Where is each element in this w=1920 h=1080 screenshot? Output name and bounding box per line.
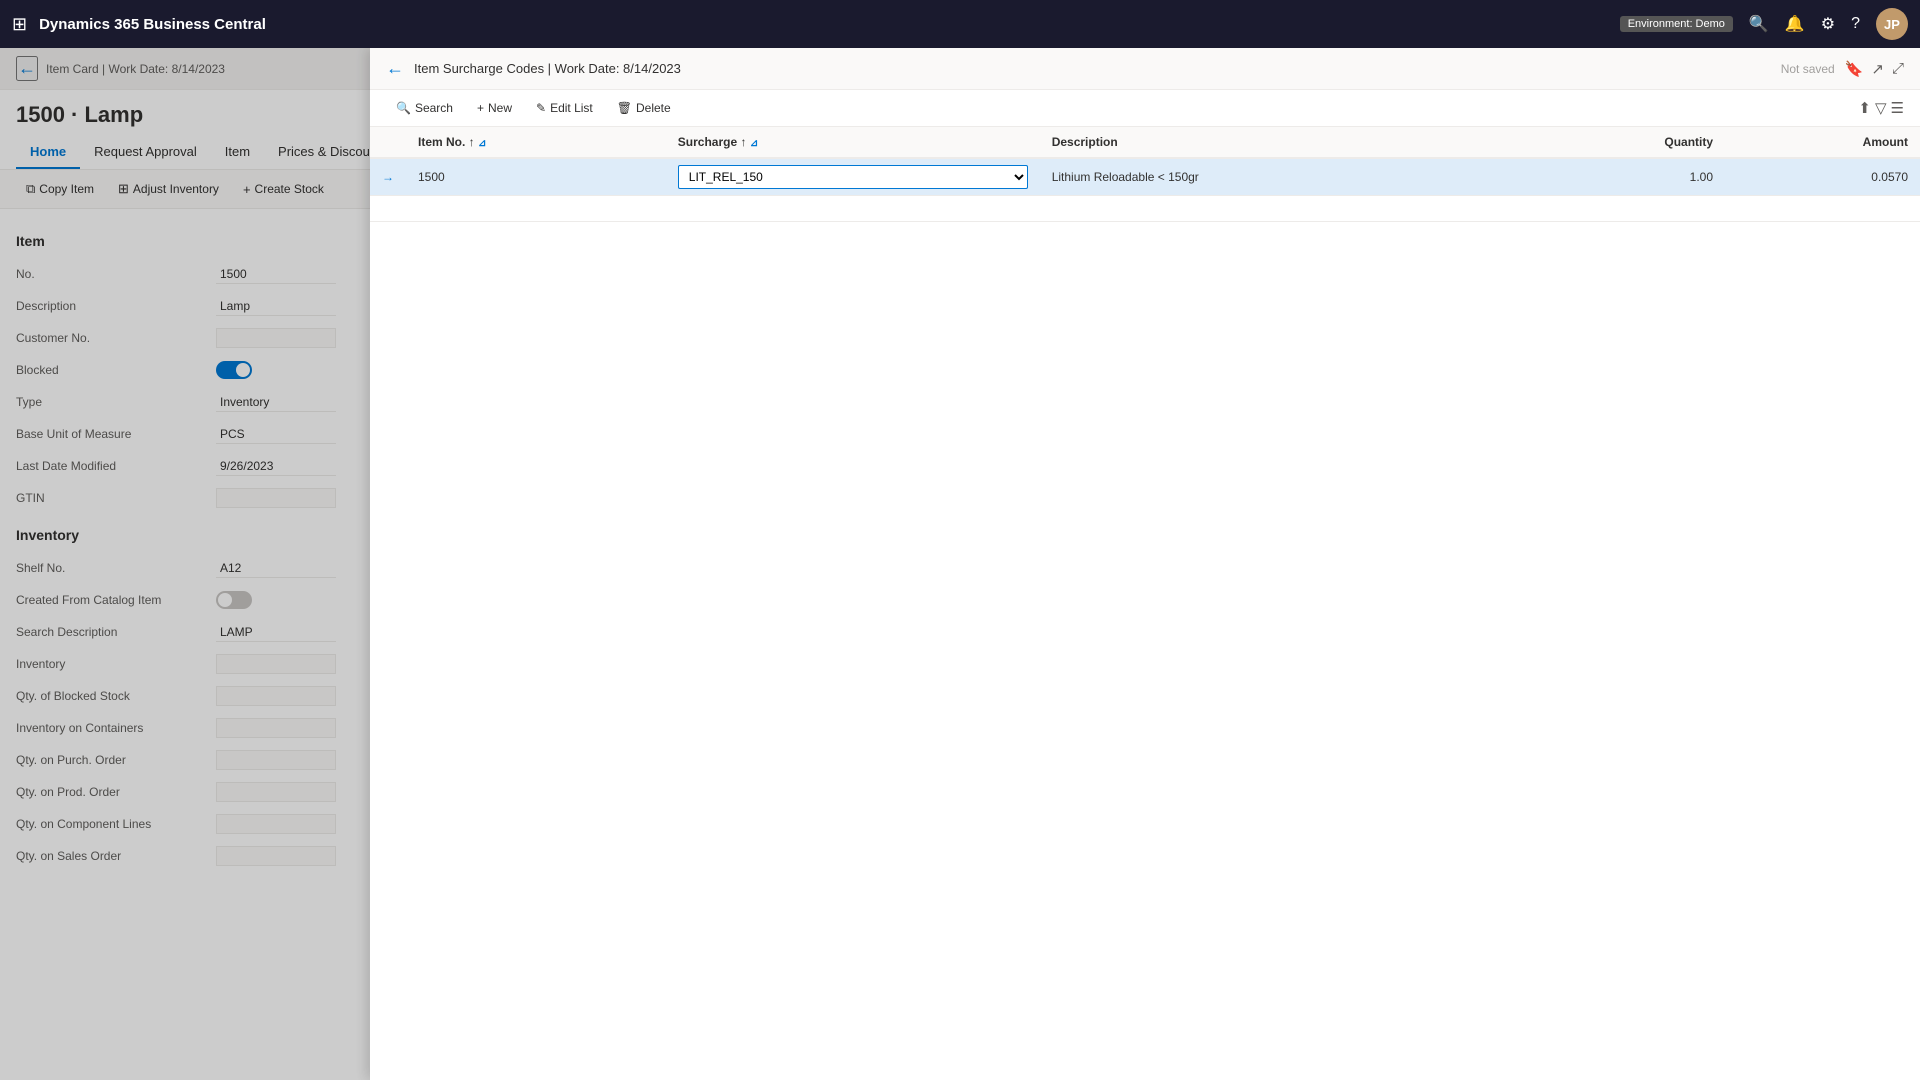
waffle-icon[interactable]: ⊞ [12,14,27,35]
search-icon-btn[interactable]: 🔍 [1749,14,1769,34]
col-description[interactable]: Description [1040,127,1521,158]
modal-back-button[interactable]: ← [386,58,404,79]
top-nav-right: Environment: Demo 🔍 🔔 ⚙ ? JP [1620,8,1908,40]
col-amount[interactable]: Amount [1725,127,1920,158]
share-icon-btn-2[interactable]: ⬆ [1858,99,1871,117]
edit-list-icon: ✎ [536,101,546,115]
modal-new-button[interactable]: + New [467,96,522,120]
search-label: Search [415,101,453,115]
surcharge-select[interactable]: LIT_REL_150 [678,165,1028,189]
cell-description[interactable]: Lithium Reloadable < 150gr [1040,158,1521,196]
help-icon-btn[interactable]: ? [1851,15,1860,33]
delete-label: Delete [636,101,671,115]
sort-icon-surcharge: ⊿ [750,138,758,149]
avatar[interactable]: JP [1876,8,1908,40]
filter-icon-btn[interactable]: ▽ [1875,99,1887,117]
col-surcharge-label: Surcharge ↑ [678,135,747,149]
modal-bookmark-icon-btn[interactable]: 🔖 [1845,60,1864,78]
modal-delete-button[interactable]: 🗑 Delete [607,96,681,120]
top-navigation: ⊞ Dynamics 365 Business Central Environm… [0,0,1920,48]
col-surcharge[interactable]: Surcharge ↑ ⊿ [666,127,1040,158]
modal-open-icon-btn[interactable]: ↗ [1871,60,1884,78]
empty-cell-4 [1040,196,1521,222]
app-title: Dynamics 365 Business Central [39,16,266,33]
empty-cell-6 [1725,196,1920,222]
empty-cell-5 [1521,196,1725,222]
edit-list-label: Edit List [550,101,593,115]
table-header-row: Item No. ↑ ⊿ Surcharge ↑ ⊿ Description Q… [370,127,1920,158]
col-item-no[interactable]: Item No. ↑ ⊿ [406,127,666,158]
col-amount-label: Amount [1863,135,1908,149]
environment-badge: Environment: Demo [1620,16,1733,32]
modal-search-button[interactable]: 🔍 Search [386,96,463,120]
row-arrow-cell: → [370,158,406,196]
modal-edit-list-button[interactable]: ✎ Edit List [526,96,603,120]
notification-icon-btn[interactable]: 🔔 [1785,14,1805,34]
modal-header-actions: 🔖 ↗ ⤢ [1845,60,1904,78]
col-description-label: Description [1052,135,1118,149]
col-quantity-label: Quantity [1664,135,1713,149]
col-item-no-label: Item No. ↑ [418,135,475,149]
empty-cell-1 [370,196,406,222]
cell-item-no[interactable]: 1500 [406,158,666,196]
modal-panel: ← Item Surcharge Codes | Work Date: 8/14… [370,48,1920,1080]
cell-amount[interactable]: 0.0570 [1725,158,1920,196]
modal-toolbar: 🔍 Search + New ✎ Edit List 🗑 Delete ⬆ ▽ … [370,90,1920,127]
modal-status: Not saved [1781,62,1835,76]
sort-icon-item-no: ⊿ [478,138,486,149]
modal-header: ← Item Surcharge Codes | Work Date: 8/14… [370,48,1920,90]
empty-cell-3 [666,196,1040,222]
table-row[interactable]: → 1500 LIT_REL_150 Lithium Reloadable < … [370,158,1920,196]
table-header: Item No. ↑ ⊿ Surcharge ↑ ⊿ Description Q… [370,127,1920,158]
cell-quantity[interactable]: 1.00 [1521,158,1725,196]
col-quantity[interactable]: Quantity [1521,127,1725,158]
search-icon: 🔍 [396,101,411,115]
modal-title: Item Surcharge Codes | Work Date: 8/14/2… [414,61,1771,76]
delete-icon: 🗑 [617,101,632,115]
new-label: New [488,101,512,115]
table-body: → 1500 LIT_REL_150 Lithium Reloadable < … [370,158,1920,222]
cell-surcharge[interactable]: LIT_REL_150 [666,158,1040,196]
row-arrow-icon: → [382,170,394,184]
settings-icon-btn[interactable]: ⚙ [1821,14,1835,34]
columns-icon-btn[interactable]: ☰ [1891,99,1904,117]
modal-content: Item No. ↑ ⊿ Surcharge ↑ ⊿ Description Q… [370,127,1920,1080]
col-arrow [370,127,406,158]
surcharge-table: Item No. ↑ ⊿ Surcharge ↑ ⊿ Description Q… [370,127,1920,222]
empty-cell-2 [406,196,666,222]
modal-toolbar-right: ⬆ ▽ ☰ [1858,99,1904,117]
modal-expand-icon-btn[interactable]: ⤢ [1892,60,1904,77]
new-plus-icon: + [477,101,484,115]
empty-row [370,196,1920,222]
